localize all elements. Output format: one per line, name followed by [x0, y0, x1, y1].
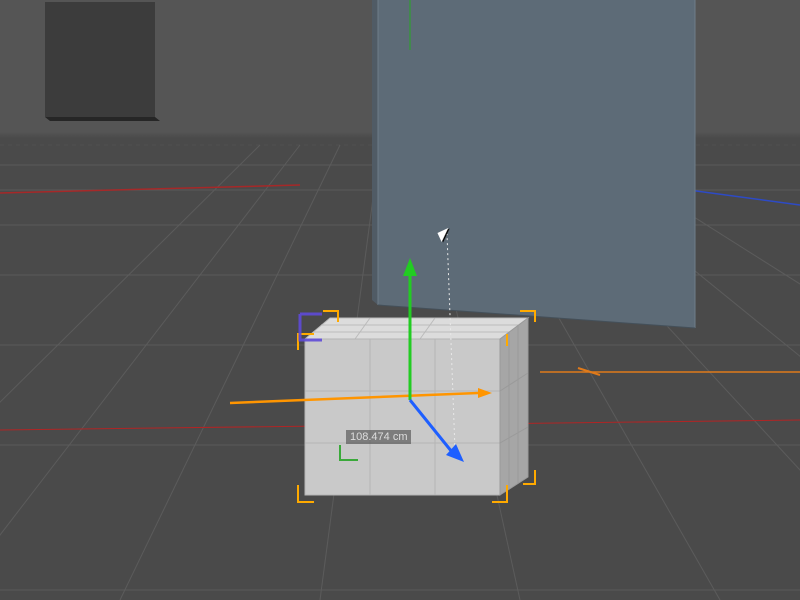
reference-cube-object[interactable]	[45, 2, 160, 121]
3d-viewport[interactable]: 108.474 cm	[0, 0, 800, 600]
large-cube-object[interactable]	[372, 0, 695, 328]
scene-canvas[interactable]	[0, 0, 800, 600]
